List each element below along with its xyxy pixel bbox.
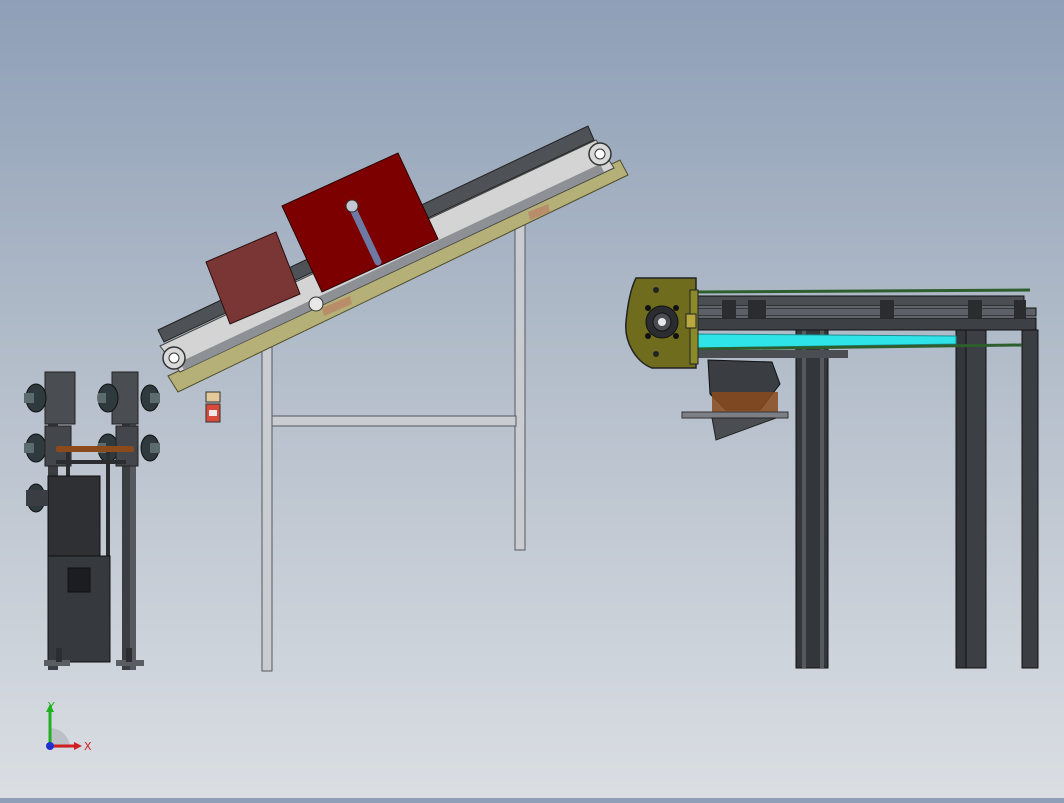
gearbox [47,475,101,557]
cad-viewport[interactable]: Y X [0,0,1064,798]
drive-unit-side-view [24,371,160,670]
frame-leg [1021,329,1039,669]
inclined-conveyor [157,125,629,672]
pivot-pin [345,199,359,213]
x-axis-label: X [84,740,92,753]
drain-fitting [205,391,221,403]
motor-plate [681,411,789,419]
tension-bolt [685,313,697,329]
frame-leg [965,329,987,669]
conveyor-leg-rear [514,211,526,551]
cross-brace [271,415,517,427]
motor-terminal-box [67,567,91,593]
conveyor-leg-front [261,334,273,672]
bearing-block [44,371,76,425]
horizontal-conveyor [625,277,1039,669]
assembly-drawing [24,125,1039,672]
green-guide-rail [695,288,1031,294]
coordinate-triad: Y X [46,700,92,753]
y-axis-label: Y [47,700,55,713]
x-axis-arrowhead [74,742,82,750]
drive-shaft [56,446,134,452]
z-axis-origin [46,742,54,750]
motor-mount [712,392,778,412]
